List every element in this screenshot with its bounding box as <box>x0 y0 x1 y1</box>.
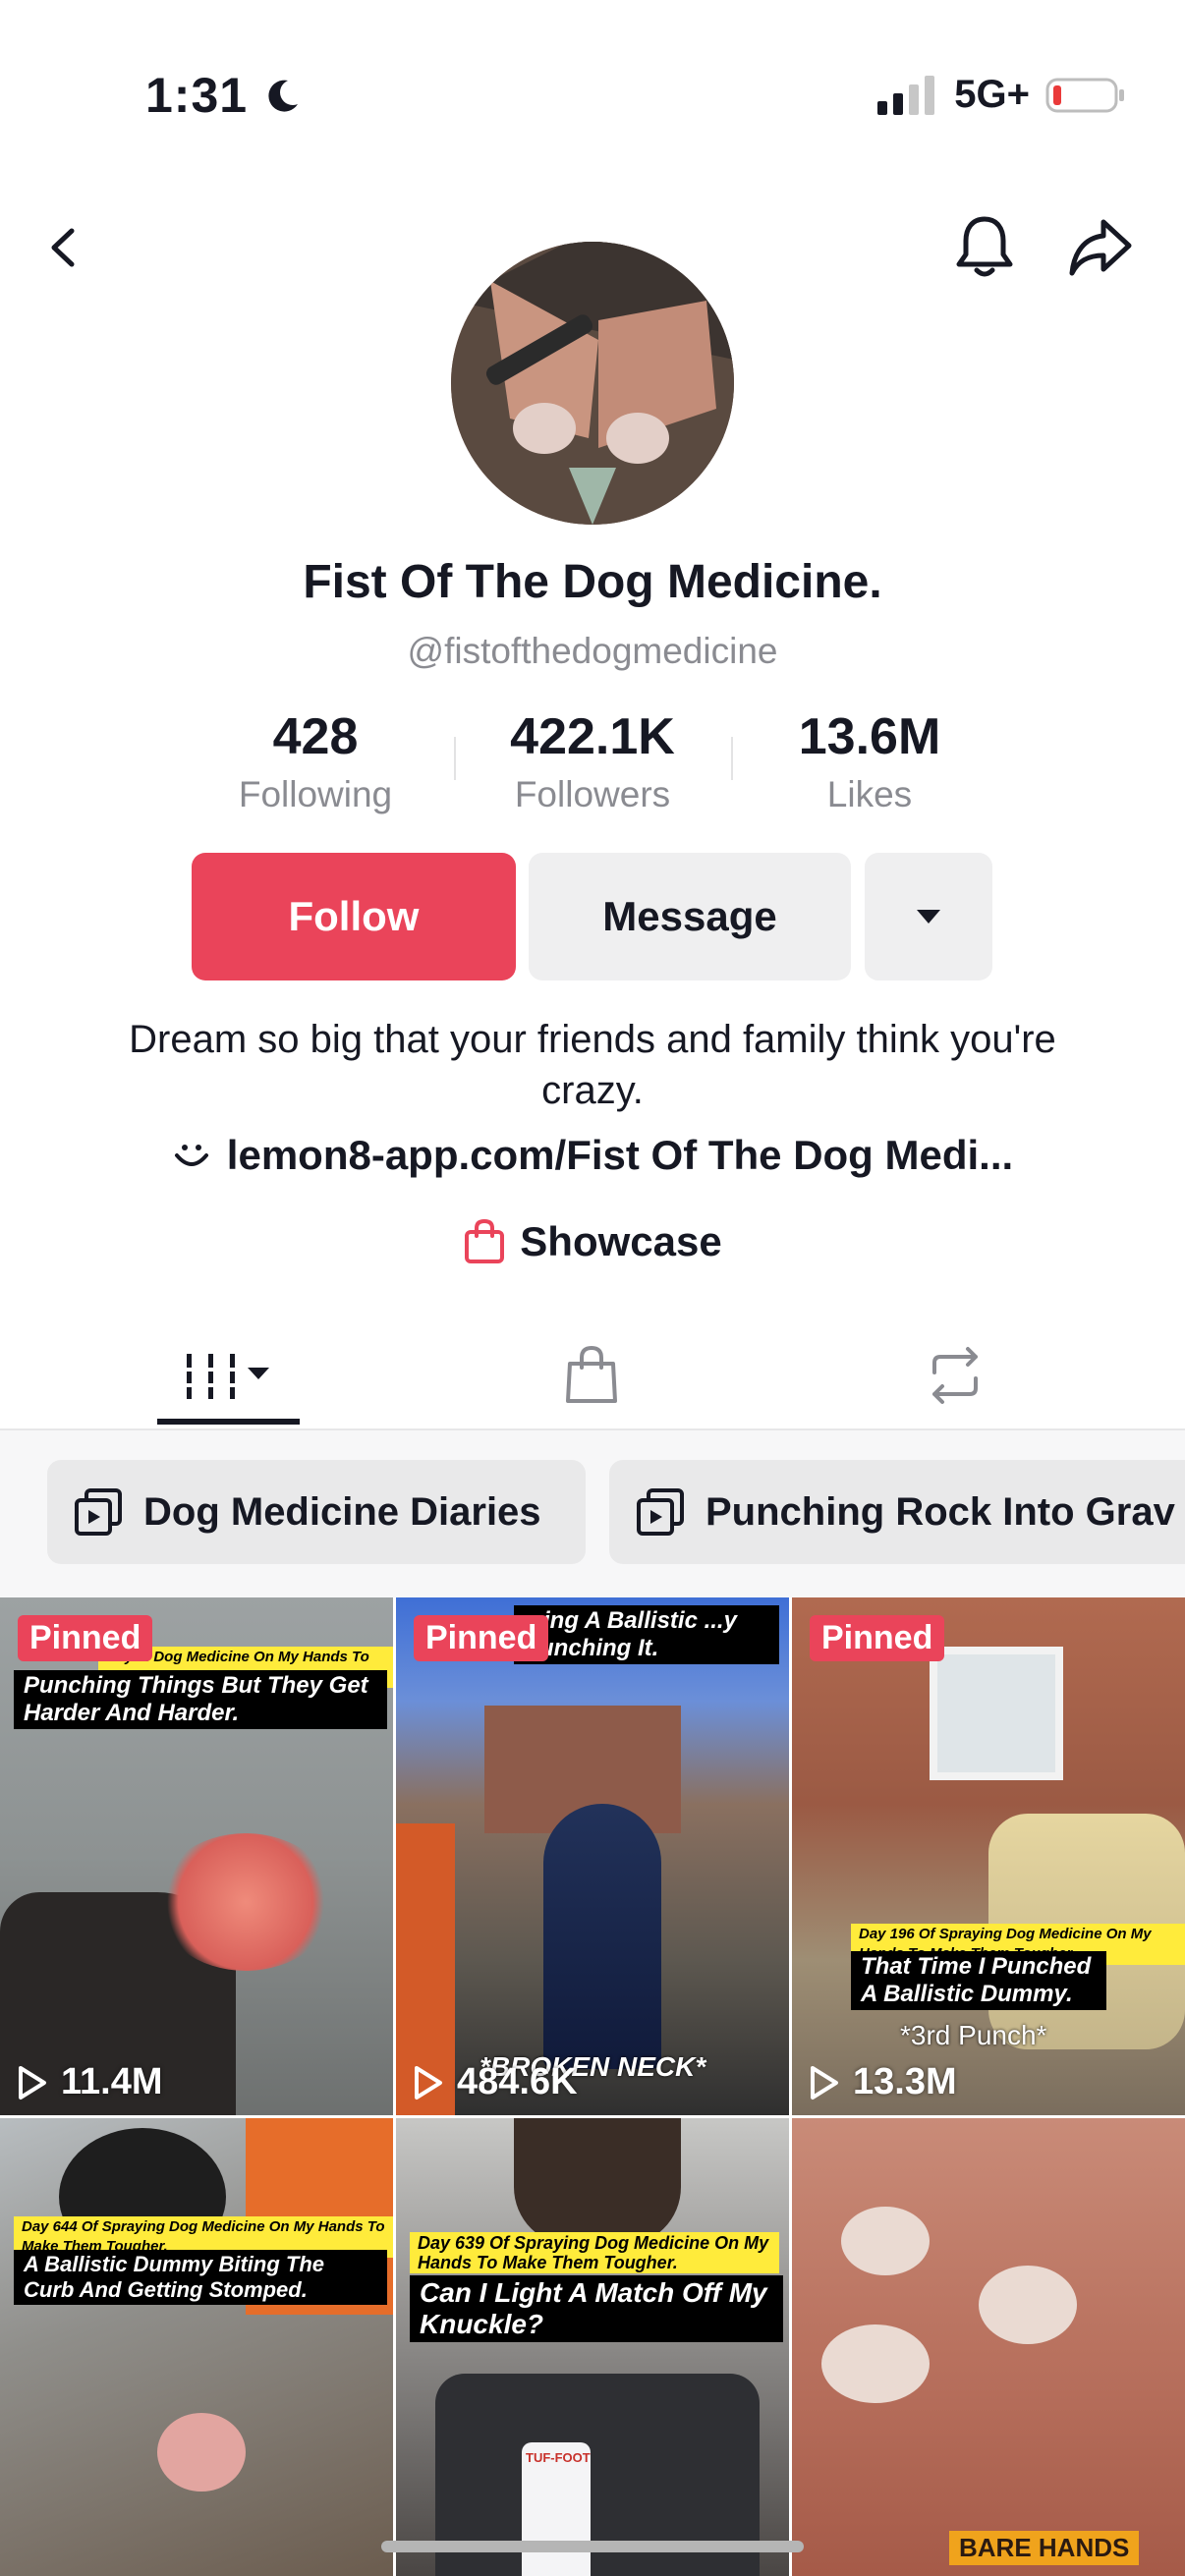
signal-icon <box>877 75 935 115</box>
play-icon <box>19 2065 46 2100</box>
video-caption: A Ballistic Dummy Biting The Curb And Ge… <box>14 2250 387 2305</box>
share-button[interactable] <box>1061 208 1140 287</box>
video-thumbnail-shape <box>821 2324 930 2403</box>
shop-bag-icon <box>566 1345 617 1403</box>
video-overlay-text: BARE HANDS <box>949 2531 1140 2565</box>
caret-down-icon <box>917 910 940 924</box>
view-count-text: 484.6K <box>457 2061 578 2102</box>
bell-icon <box>956 216 1013 277</box>
video-tile[interactable]: BARE HANDS <box>792 2118 1185 2576</box>
video-thumbnail-shape <box>157 2413 246 2492</box>
avatar[interactable] <box>451 242 734 525</box>
stat-following-label: Following <box>238 774 393 814</box>
active-tab-indicator <box>157 1419 300 1425</box>
back-arrow-icon <box>51 228 75 267</box>
pinned-badge: Pinned <box>810 1615 945 1661</box>
repost-icon <box>932 1347 978 1404</box>
view-count: 13.3M <box>810 2061 957 2103</box>
tab-videos[interactable] <box>159 1326 297 1425</box>
profile-stats: 428 Following 422.1K Followers 13.6M Lik… <box>177 707 1008 815</box>
profile-link-text: lemon8-app.com/Fist Of The Dog Medi... <box>226 1132 1014 1178</box>
video-caption: Punching Things But They Get Harder And … <box>14 1670 387 1729</box>
pinned-badge: Pinned <box>18 1615 153 1661</box>
lemon8-icon <box>174 1145 208 1166</box>
status-time: 1:31 <box>145 67 302 124</box>
play-icon <box>811 2065 838 2100</box>
view-count: 11.4M <box>18 2061 163 2103</box>
video-tile[interactable]: Day 644 Of Spraying Dog Medicine On My H… <box>0 2118 393 2576</box>
video-thumbnail-shape <box>514 2118 681 2246</box>
video-thumbnail-shape <box>979 2266 1077 2344</box>
status-right: 5G+ <box>877 73 1126 117</box>
stat-likes[interactable]: 13.6M Likes <box>731 707 1008 815</box>
view-count-text: 13.3M <box>853 2061 957 2102</box>
video-thumbnail-shape <box>157 1833 334 1971</box>
stat-likes-label: Likes <box>826 774 913 814</box>
view-count-text: 11.4M <box>61 2061 163 2102</box>
video-caption-small: Day 639 Of Spraying Dog Medicine On My H… <box>410 2232 779 2273</box>
share-arrow-icon <box>1069 219 1132 276</box>
video-caption: ...ing A Ballistic ...y Punching It. <box>514 1605 779 1664</box>
playlist-icon <box>75 1488 122 1536</box>
showcase-link[interactable]: Showcase <box>0 1218 1185 1265</box>
notification-button[interactable] <box>945 208 1024 287</box>
stat-following[interactable]: 428 Following <box>177 707 454 815</box>
tab-shop[interactable] <box>523 1326 660 1425</box>
content-tabs <box>0 1326 1185 1430</box>
grid-divider <box>0 2115 1185 2118</box>
profile-link[interactable]: lemon8-app.com/Fist Of The Dog Medi... <box>0 1132 1185 1179</box>
video-overlay-text: *3rd Punch* <box>900 2020 1047 2050</box>
battery-icon <box>1045 78 1124 112</box>
playlist-chip-punching-rock[interactable]: Punching Rock Into Grav <box>609 1460 1185 1564</box>
video-tile[interactable]: TUF-FOOT Day 639 Of Spraying Dog Medicin… <box>396 2118 789 2576</box>
product-label: TUF-FOOT <box>526 2450 591 2465</box>
video-thumbnail-shape <box>841 2207 930 2275</box>
shopping-bag-icon <box>465 1218 505 1263</box>
video-tile[interactable]: Day ... Dog Medicine On My Hands To Make… <box>0 1597 393 2115</box>
videos-grid-icon <box>179 1354 269 1399</box>
grid-divider <box>393 1597 396 2576</box>
showcase-label: Showcase <box>520 1218 722 1264</box>
profile-handle: @fistofthedogmedicine <box>407 631 778 671</box>
message-button[interactable]: Message <box>529 853 851 980</box>
stat-followers[interactable]: 422.1K Followers <box>454 707 731 815</box>
stat-followers-value: 422.1K <box>510 708 675 765</box>
video-grid: Day ... Dog Medicine On My Hands To Make… <box>0 1597 1185 2576</box>
playlist-icon <box>637 1488 684 1536</box>
network-label: 5G+ <box>954 73 1030 116</box>
spray-bottle-shape: TUF-FOOT <box>522 2442 591 2576</box>
back-button[interactable] <box>26 208 104 287</box>
stat-likes-value: 13.6M <box>798 708 941 765</box>
stat-following-value: 428 <box>272 708 359 765</box>
moon-icon <box>268 80 298 112</box>
avatar-image <box>451 242 734 525</box>
tab-reposts[interactable] <box>886 1326 1024 1425</box>
video-thumbnail-shape <box>930 1647 1063 1780</box>
video-caption: Can I Light A Match Off My Knuckle? <box>410 2275 783 2342</box>
playlists-row: Dog Medicine Diaries Punching Rock Into … <box>0 1430 1185 1597</box>
video-caption: That Time I Punched A Ballistic Dummy. <box>851 1951 1106 2010</box>
pinned-badge: Pinned <box>414 1615 549 1661</box>
video-tile[interactable]: Day 196 Of Spraying Dog Medicine On My H… <box>792 1597 1185 2115</box>
follow-button[interactable]: Follow <box>192 853 516 980</box>
playlist-label: Punching Rock Into Grav <box>705 1489 1175 1534</box>
grid-divider <box>789 1597 792 2576</box>
view-count: 484.6K <box>414 2061 578 2103</box>
video-thumbnail-shape <box>543 1804 661 2069</box>
playlist-chip-dog-medicine-diaries[interactable]: Dog Medicine Diaries <box>47 1460 586 1564</box>
profile-name: Fist Of The Dog Medicine. <box>303 556 882 608</box>
play-icon <box>415 2065 442 2100</box>
playlist-label: Dog Medicine Diaries <box>143 1489 541 1534</box>
profile-bio: Dream so big that your friends and famil… <box>129 1018 1056 1112</box>
home-indicator[interactable] <box>381 2541 804 2552</box>
more-options-button[interactable] <box>865 853 992 980</box>
stat-followers-label: Followers <box>514 774 671 814</box>
video-tile[interactable]: ...ing A Ballistic ...y Punching It. *BR… <box>396 1597 789 2115</box>
status-time-text: 1:31 <box>145 68 249 123</box>
